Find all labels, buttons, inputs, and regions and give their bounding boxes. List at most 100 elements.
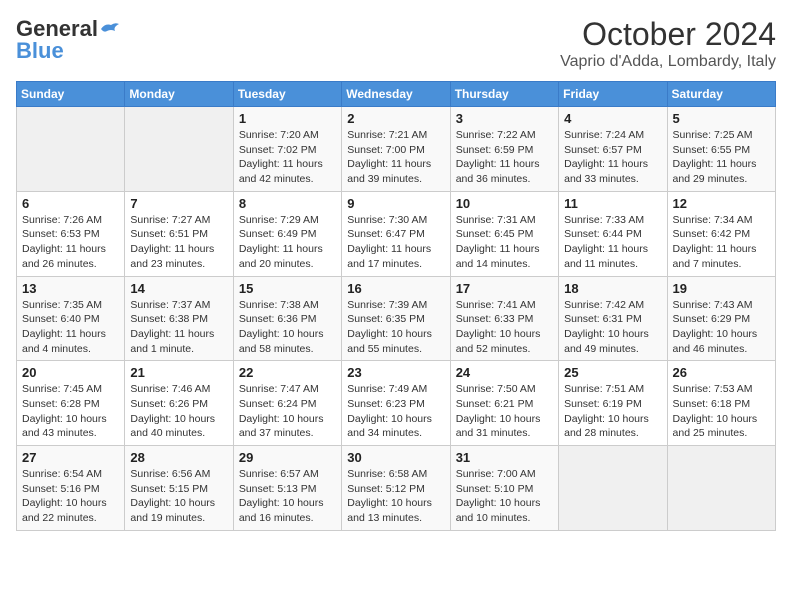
day-number: 14 bbox=[130, 281, 227, 296]
day-info: Sunrise: 7:41 AMSunset: 6:33 PMDaylight:… bbox=[456, 298, 553, 357]
day-number: 27 bbox=[22, 450, 119, 465]
day-number: 22 bbox=[239, 365, 336, 380]
calendar-cell bbox=[667, 446, 775, 531]
col-header-monday: Monday bbox=[125, 82, 233, 107]
day-info: Sunrise: 7:27 AMSunset: 6:51 PMDaylight:… bbox=[130, 213, 227, 272]
calendar-cell: 31 Sunrise: 7:00 AMSunset: 5:10 PMDayligh… bbox=[450, 446, 558, 531]
col-header-thursday: Thursday bbox=[450, 82, 558, 107]
day-info: Sunrise: 6:58 AMSunset: 5:12 PMDaylight:… bbox=[347, 467, 444, 526]
calendar-cell: 6 Sunrise: 7:26 AMSunset: 6:53 PMDaylight… bbox=[17, 191, 125, 276]
day-info: Sunrise: 7:29 AMSunset: 6:49 PMDaylight:… bbox=[239, 213, 336, 272]
day-info: Sunrise: 6:57 AMSunset: 5:13 PMDaylight:… bbox=[239, 467, 336, 526]
day-number: 18 bbox=[564, 281, 661, 296]
day-info: Sunrise: 7:30 AMSunset: 6:47 PMDaylight:… bbox=[347, 213, 444, 272]
calendar-cell: 5 Sunrise: 7:25 AMSunset: 6:55 PMDaylight… bbox=[667, 107, 775, 192]
calendar-cell: 26 Sunrise: 7:53 AMSunset: 6:18 PMDayligh… bbox=[667, 361, 775, 446]
day-number: 1 bbox=[239, 111, 336, 126]
day-info: Sunrise: 7:37 AMSunset: 6:38 PMDaylight:… bbox=[130, 298, 227, 357]
day-info: Sunrise: 7:53 AMSunset: 6:18 PMDaylight:… bbox=[673, 382, 770, 441]
calendar-cell: 8 Sunrise: 7:29 AMSunset: 6:49 PMDaylight… bbox=[233, 191, 341, 276]
day-number: 5 bbox=[673, 111, 770, 126]
calendar-week-row: 20 Sunrise: 7:45 AMSunset: 6:28 PMDayligh… bbox=[17, 361, 776, 446]
calendar-cell: 9 Sunrise: 7:30 AMSunset: 6:47 PMDaylight… bbox=[342, 191, 450, 276]
calendar-cell: 20 Sunrise: 7:45 AMSunset: 6:28 PMDayligh… bbox=[17, 361, 125, 446]
page-header: General Blue October 2024 Vaprio d'Adda,… bbox=[16, 16, 776, 71]
day-number: 25 bbox=[564, 365, 661, 380]
calendar-cell: 16Sunrise: 7:39 AMSunset: 6:35 PMDayligh… bbox=[342, 276, 450, 361]
day-info: Sunrise: 7:51 AMSunset: 6:19 PMDaylight:… bbox=[564, 382, 661, 441]
calendar-cell: 27 Sunrise: 6:54 AMSunset: 5:16 PMDayligh… bbox=[17, 446, 125, 531]
day-number: 24 bbox=[456, 365, 553, 380]
calendar-week-row: 13 Sunrise: 7:35 AMSunset: 6:40 PMDayligh… bbox=[17, 276, 776, 361]
day-info: Sunrise: 6:54 AMSunset: 5:16 PMDaylight:… bbox=[22, 467, 119, 526]
calendar-cell: 10 Sunrise: 7:31 AMSunset: 6:45 PMDayligh… bbox=[450, 191, 558, 276]
calendar-cell: 15Sunrise: 7:38 AMSunset: 6:36 PMDayligh… bbox=[233, 276, 341, 361]
calendar-cell: 23Sunrise: 7:49 AMSunset: 6:23 PMDayligh… bbox=[342, 361, 450, 446]
calendar-cell bbox=[125, 107, 233, 192]
calendar-cell bbox=[17, 107, 125, 192]
col-header-wednesday: Wednesday bbox=[342, 82, 450, 107]
day-number: 9 bbox=[347, 196, 444, 211]
day-number: 10 bbox=[456, 196, 553, 211]
col-header-friday: Friday bbox=[559, 82, 667, 107]
day-info: Sunrise: 7:46 AMSunset: 6:26 PMDaylight:… bbox=[130, 382, 227, 441]
day-number: 2 bbox=[347, 111, 444, 126]
calendar-cell: 11 Sunrise: 7:33 AMSunset: 6:44 PMDayligh… bbox=[559, 191, 667, 276]
day-number: 8 bbox=[239, 196, 336, 211]
day-number: 23 bbox=[347, 365, 444, 380]
day-number: 4 bbox=[564, 111, 661, 126]
day-info: Sunrise: 7:47 AMSunset: 6:24 PMDaylight:… bbox=[239, 382, 336, 441]
logo: General Blue bbox=[16, 16, 122, 64]
calendar-cell: 29 Sunrise: 6:57 AMSunset: 5:13 PMDayligh… bbox=[233, 446, 341, 531]
calendar-cell: 19 Sunrise: 7:43 AMSunset: 6:29 PMDayligh… bbox=[667, 276, 775, 361]
calendar-table: SundayMondayTuesdayWednesdayThursdayFrid… bbox=[16, 81, 776, 531]
day-number: 12 bbox=[673, 196, 770, 211]
day-number: 26 bbox=[673, 365, 770, 380]
day-info: Sunrise: 6:56 AMSunset: 5:15 PMDaylight:… bbox=[130, 467, 227, 526]
day-info: Sunrise: 7:38 AMSunset: 6:36 PMDaylight:… bbox=[239, 298, 336, 357]
calendar-cell: 1 Sunrise: 7:20 AMSunset: 7:02 PMDaylight… bbox=[233, 107, 341, 192]
day-info: Sunrise: 7:42 AMSunset: 6:31 PMDaylight:… bbox=[564, 298, 661, 357]
day-info: Sunrise: 7:43 AMSunset: 6:29 PMDaylight:… bbox=[673, 298, 770, 357]
day-number: 13 bbox=[22, 281, 119, 296]
col-header-sunday: Sunday bbox=[17, 82, 125, 107]
day-info: Sunrise: 7:25 AMSunset: 6:55 PMDaylight:… bbox=[673, 128, 770, 187]
day-number: 19 bbox=[673, 281, 770, 296]
day-info: Sunrise: 7:39 AMSunset: 6:35 PMDaylight:… bbox=[347, 298, 444, 357]
day-number: 7 bbox=[130, 196, 227, 211]
day-number: 11 bbox=[564, 196, 661, 211]
day-info: Sunrise: 7:35 AMSunset: 6:40 PMDaylight:… bbox=[22, 298, 119, 357]
col-header-saturday: Saturday bbox=[667, 82, 775, 107]
day-number: 20 bbox=[22, 365, 119, 380]
day-number: 3 bbox=[456, 111, 553, 126]
day-info: Sunrise: 7:24 AMSunset: 6:57 PMDaylight:… bbox=[564, 128, 661, 187]
day-info: Sunrise: 7:31 AMSunset: 6:45 PMDaylight:… bbox=[456, 213, 553, 272]
calendar-cell: 25 Sunrise: 7:51 AMSunset: 6:19 PMDayligh… bbox=[559, 361, 667, 446]
day-number: 29 bbox=[239, 450, 336, 465]
day-number: 6 bbox=[22, 196, 119, 211]
day-info: Sunrise: 7:33 AMSunset: 6:44 PMDaylight:… bbox=[564, 213, 661, 272]
calendar-week-row: 6 Sunrise: 7:26 AMSunset: 6:53 PMDaylight… bbox=[17, 191, 776, 276]
day-number: 30 bbox=[347, 450, 444, 465]
calendar-cell bbox=[559, 446, 667, 531]
day-info: Sunrise: 7:45 AMSunset: 6:28 PMDaylight:… bbox=[22, 382, 119, 441]
calendar-week-row: 27 Sunrise: 6:54 AMSunset: 5:16 PMDayligh… bbox=[17, 446, 776, 531]
page-title: October 2024 bbox=[560, 16, 776, 53]
calendar-header-row: SundayMondayTuesdayWednesdayThursdayFrid… bbox=[17, 82, 776, 107]
calendar-cell: 2Sunrise: 7:21 AMSunset: 7:00 PMDaylight… bbox=[342, 107, 450, 192]
day-number: 17 bbox=[456, 281, 553, 296]
day-number: 31 bbox=[456, 450, 553, 465]
title-block: October 2024 Vaprio d'Adda, Lombardy, It… bbox=[560, 16, 776, 71]
logo-bird-icon bbox=[99, 21, 121, 37]
day-info: Sunrise: 7:20 AMSunset: 7:02 PMDaylight:… bbox=[239, 128, 336, 187]
day-info: Sunrise: 7:26 AMSunset: 6:53 PMDaylight:… bbox=[22, 213, 119, 272]
day-info: Sunrise: 7:50 AMSunset: 6:21 PMDaylight:… bbox=[456, 382, 553, 441]
day-number: 21 bbox=[130, 365, 227, 380]
col-header-tuesday: Tuesday bbox=[233, 82, 341, 107]
day-info: Sunrise: 7:22 AMSunset: 6:59 PMDaylight:… bbox=[456, 128, 553, 187]
calendar-cell: 24 Sunrise: 7:50 AMSunset: 6:21 PMDayligh… bbox=[450, 361, 558, 446]
calendar-cell: 21 Sunrise: 7:46 AMSunset: 6:26 PMDayligh… bbox=[125, 361, 233, 446]
calendar-cell: 13 Sunrise: 7:35 AMSunset: 6:40 PMDayligh… bbox=[17, 276, 125, 361]
day-info: Sunrise: 7:34 AMSunset: 6:42 PMDaylight:… bbox=[673, 213, 770, 272]
day-info: Sunrise: 7:00 AMSunset: 5:10 PMDaylight:… bbox=[456, 467, 553, 526]
